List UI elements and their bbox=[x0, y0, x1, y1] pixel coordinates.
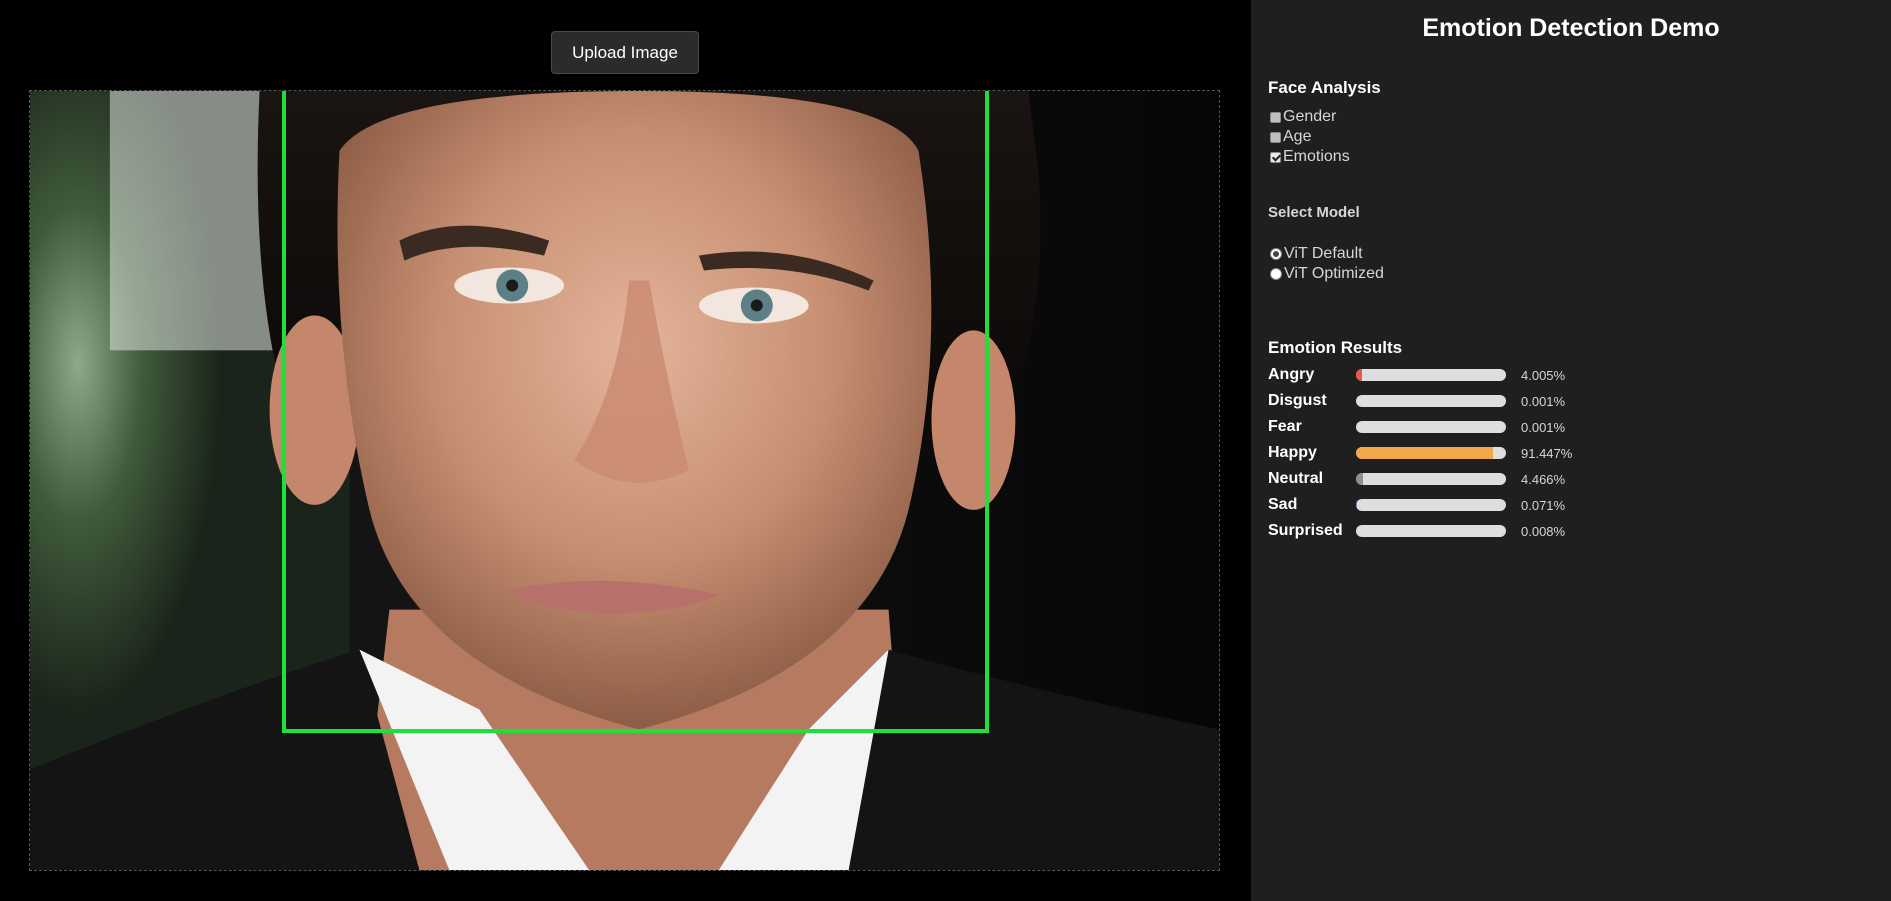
checkbox-icon[interactable] bbox=[1270, 111, 1281, 123]
face-analysis-heading: Face Analysis bbox=[1268, 78, 1381, 97]
emotion-label: Fear bbox=[1268, 418, 1302, 435]
emotion-bar-fill bbox=[1356, 447, 1494, 459]
emotion-bar bbox=[1356, 369, 1506, 381]
emotion-bar bbox=[1356, 499, 1506, 511]
page-title: Emotion Detection Demo bbox=[1422, 14, 1720, 42]
emotion-row: Disgust 0.001% bbox=[1268, 390, 1868, 412]
emotion-bar-fill bbox=[1356, 369, 1362, 381]
emotion-row: Neutral 4.466% bbox=[1268, 468, 1868, 490]
image-area: Upload Image bbox=[0, 0, 1251, 901]
emotion-row: Surprised 0.008% bbox=[1268, 520, 1868, 542]
face-bounding-box bbox=[282, 91, 989, 733]
emotion-label: Happy bbox=[1268, 444, 1317, 461]
emotion-percent: 91.447% bbox=[1521, 446, 1573, 461]
emotions-checkbox[interactable]: Emotions bbox=[1270, 147, 1350, 167]
emotion-percent: 0.008% bbox=[1521, 524, 1566, 539]
emotion-percent: 4.466% bbox=[1521, 472, 1566, 487]
emotion-label: Neutral bbox=[1268, 470, 1324, 487]
emotion-bar bbox=[1356, 525, 1506, 537]
emotion-percent: 0.071% bbox=[1521, 498, 1566, 513]
emotion-results-heading: Emotion Results bbox=[1268, 338, 1403, 357]
emotion-label: Disgust bbox=[1268, 392, 1327, 409]
upload-image-button[interactable]: Upload Image bbox=[551, 31, 699, 74]
control-panel: Emotion Detection Demo Face Analysis Gen… bbox=[1251, 0, 1891, 901]
radio-icon[interactable] bbox=[1270, 268, 1282, 280]
checkbox-icon[interactable] bbox=[1270, 131, 1281, 143]
emotion-label: Angry bbox=[1268, 366, 1315, 383]
select-model-heading: Select Model bbox=[1268, 204, 1360, 221]
emotion-bar bbox=[1356, 473, 1506, 485]
checkbox-checked-icon[interactable] bbox=[1270, 151, 1281, 163]
gender-checkbox[interactable]: Gender bbox=[1270, 107, 1336, 127]
emotion-percent: 4.005% bbox=[1521, 368, 1566, 383]
radio-selected-icon[interactable] bbox=[1270, 248, 1282, 260]
emotion-row: Happy 91.447% bbox=[1268, 442, 1868, 464]
emotion-bar-fill bbox=[1356, 473, 1363, 485]
emotion-label: Surprised bbox=[1268, 522, 1343, 539]
emotion-bar bbox=[1356, 447, 1506, 459]
age-checkbox[interactable]: Age bbox=[1270, 127, 1311, 147]
emotion-bar bbox=[1356, 395, 1506, 407]
emotion-row: Sad 0.071% bbox=[1268, 494, 1868, 516]
app: Upload Image Emotion Detection Demo Face… bbox=[0, 0, 1891, 901]
emotion-percent: 0.001% bbox=[1521, 420, 1566, 435]
emotion-bar bbox=[1356, 421, 1506, 433]
image-preview bbox=[29, 90, 1220, 871]
emotion-row: Fear 0.001% bbox=[1268, 416, 1868, 438]
emotion-row: Angry 4.005% bbox=[1268, 364, 1868, 386]
model-option-vit-default[interactable]: ViT Default bbox=[1270, 244, 1363, 264]
model-option-vit-optimized[interactable]: ViT Optimized bbox=[1270, 264, 1384, 284]
emotion-label: Sad bbox=[1268, 496, 1298, 513]
emotion-percent: 0.001% bbox=[1521, 394, 1566, 409]
